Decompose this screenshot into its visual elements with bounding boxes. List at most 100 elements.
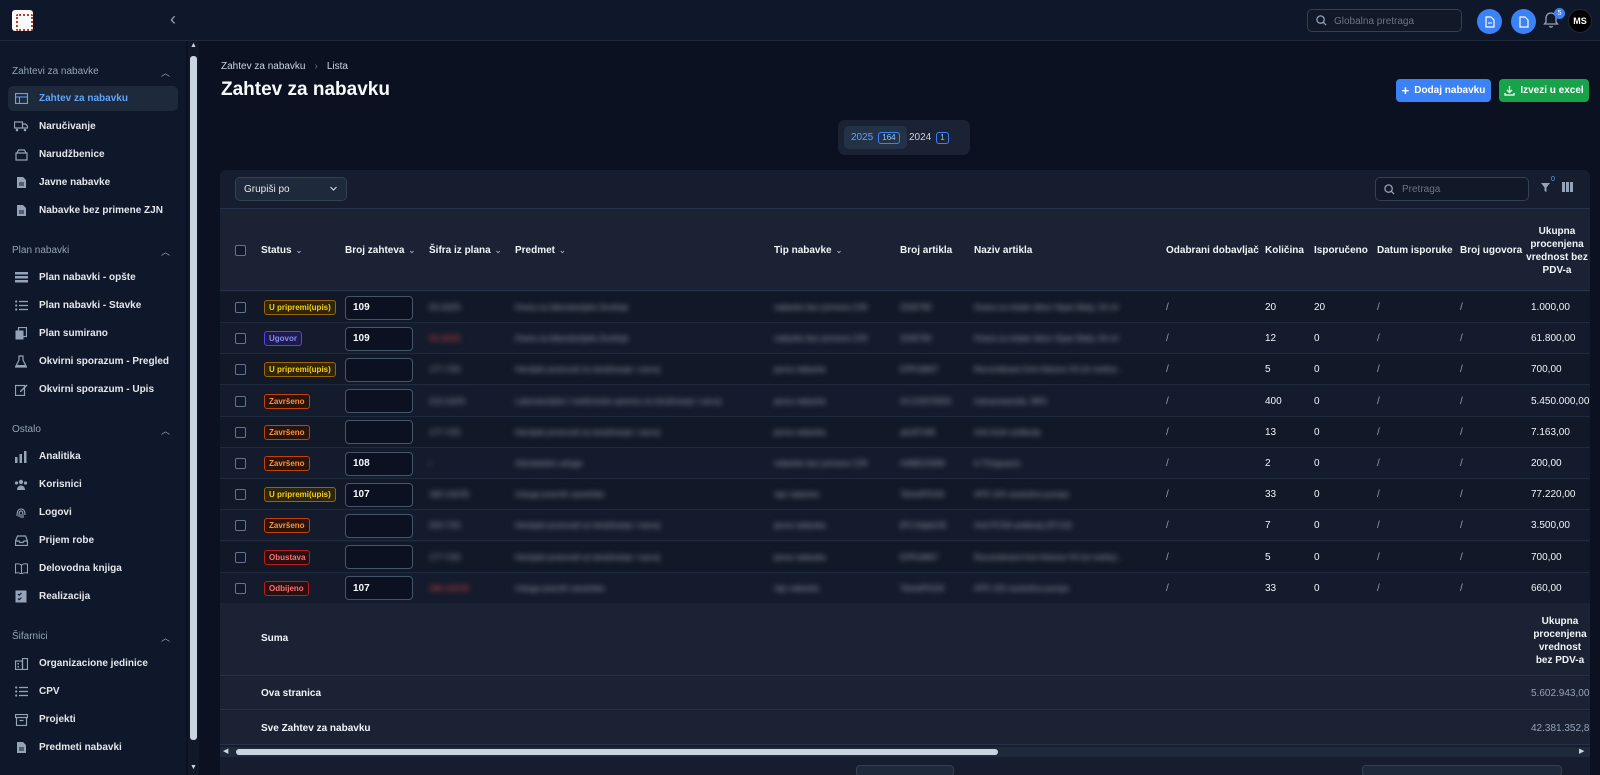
request-no-input[interactable] xyxy=(345,357,413,382)
request-no-input[interactable] xyxy=(345,545,413,570)
select-all-checkbox[interactable] xyxy=(235,245,246,256)
sidebar-item[interactable]: Organizacione jedinice xyxy=(8,651,178,676)
table-row[interactable]: U pripremi(upis) 177-7/25 Hemijski proiz… xyxy=(220,354,1590,386)
table-row[interactable]: U pripremi(upis) 180-142/25 Usluge pravn… xyxy=(220,479,1590,511)
row-checkbox[interactable] xyxy=(235,302,246,313)
request-no-input[interactable] xyxy=(345,576,413,601)
table-row[interactable]: Završeno 213-10/25 Laboratorijska i medi… xyxy=(220,385,1590,417)
sidebar-item[interactable]: Okvirni sporazum - Upis xyxy=(8,377,178,402)
page-size-select[interactable] xyxy=(856,765,954,775)
horizontal-scroll-thumb[interactable] xyxy=(236,749,998,755)
table-row[interactable]: Završeno / Advokatske usluge nabavke bez… xyxy=(220,448,1590,479)
request-no-input[interactable] xyxy=(345,295,413,320)
sidebar-item[interactable]: Zahtev za nabavku xyxy=(8,86,178,111)
chevron-up-icon[interactable]: ︿ xyxy=(161,245,170,258)
table-row[interactable]: U pripremi(upis) 03-16/25 Hrana za labor… xyxy=(220,292,1590,323)
request-no-input[interactable] xyxy=(345,420,413,445)
sidebar-item[interactable]: Plan sumirano xyxy=(8,321,178,346)
table-horizontal-scrollbar[interactable]: ◀ ▶ xyxy=(220,747,1590,757)
sidebar-item[interactable]: Korisnici xyxy=(8,472,178,497)
column-total-value[interactable]: Ukupna procenjena vrednost bez PDV-a xyxy=(1526,209,1588,292)
table-row[interactable]: Obustava 177-7/25 Hemijski proizvodi za … xyxy=(220,541,1590,573)
scroll-up-icon[interactable]: ▲ xyxy=(189,42,198,49)
avatar[interactable]: MS xyxy=(1568,9,1592,33)
row-checkbox[interactable] xyxy=(235,582,246,594)
sidebar-item[interactable]: Nabavke bez primene ZJN xyxy=(8,198,178,223)
sort-chevron-icon[interactable]: ⌄ xyxy=(495,246,502,255)
sidebar-item[interactable]: Realizacija xyxy=(8,584,178,609)
chevron-up-icon[interactable]: ︿ xyxy=(161,424,170,437)
row-checkbox[interactable] xyxy=(235,395,246,407)
new-document-button[interactable] xyxy=(1477,9,1502,34)
sort-chevron-icon[interactable]: ⌄ xyxy=(408,246,415,255)
column-procurement-type[interactable]: Tip nabavke ⌄ xyxy=(774,209,842,292)
column-delivery-date[interactable]: Datum isporuke xyxy=(1377,209,1453,292)
global-search-input[interactable] xyxy=(1334,13,1454,29)
breadcrumb-parent[interactable]: Zahtev za nabavku xyxy=(221,61,306,72)
column-quantity[interactable]: Količina xyxy=(1265,209,1304,292)
sidebar-item[interactable]: Logovi xyxy=(8,500,178,525)
row-checkbox[interactable] xyxy=(235,364,246,376)
sidebar-item[interactable]: CPV xyxy=(8,679,178,704)
sidebar-item[interactable]: Naručivanje xyxy=(8,114,178,139)
table-search-input[interactable] xyxy=(1402,182,1522,197)
table-row[interactable]: Odbijeno 180-142/25 Usluge pravnih savet… xyxy=(220,572,1590,604)
column-plan-code[interactable]: Šifra iz plana ⌄ xyxy=(429,209,501,292)
scroll-right-icon[interactable]: ▶ xyxy=(1579,747,1584,757)
chevron-up-icon[interactable]: ︿ xyxy=(161,631,170,644)
sidebar-scroll-thumb[interactable] xyxy=(190,56,197,740)
row-checkbox[interactable] xyxy=(235,426,246,438)
sidebar-item[interactable]: Plan nabavki - Stavke xyxy=(8,293,178,318)
collapse-sidebar-icon[interactable]: ‹ xyxy=(170,9,176,29)
filter-icon[interactable] xyxy=(1540,182,1551,193)
pagination[interactable] xyxy=(1362,765,1562,775)
sidebar-section-title[interactable]: Ostalo ︿ xyxy=(12,424,170,437)
columns-icon[interactable] xyxy=(1562,182,1573,192)
add-procurement-button[interactable]: + Dodaj nabavku xyxy=(1396,79,1491,102)
sidebar-section-title[interactable]: Zahtevi za nabavke ︿ xyxy=(12,66,170,79)
row-checkbox[interactable] xyxy=(235,489,246,501)
sort-chevron-icon[interactable]: ⌄ xyxy=(296,246,303,255)
request-no-input[interactable] xyxy=(345,513,413,538)
column-delivered[interactable]: Isporučeno xyxy=(1314,209,1368,292)
sidebar-item[interactable]: Okvirni sporazum - Pregled xyxy=(8,349,178,374)
column-article-no[interactable]: Broj artikla xyxy=(900,209,952,292)
request-no-input[interactable] xyxy=(345,451,413,476)
sidebar-item[interactable]: Predmeti nabavki xyxy=(8,735,178,760)
chevron-up-icon[interactable]: ︿ xyxy=(161,66,170,79)
sidebar-item[interactable]: Analitika xyxy=(8,444,178,469)
app-logo[interactable] xyxy=(12,10,33,31)
tab-year-2025[interactable]: 2025 164 xyxy=(844,126,907,149)
row-checkbox[interactable] xyxy=(235,333,246,345)
scroll-left-icon[interactable]: ◀ xyxy=(223,747,228,757)
row-checkbox[interactable] xyxy=(235,520,246,532)
export-excel-button[interactable]: Izvezi u excel xyxy=(1499,79,1589,102)
column-supplier[interactable]: Odabrani dobavljač xyxy=(1166,209,1259,292)
sidebar-item[interactable]: Delovodna knjiga xyxy=(8,556,178,581)
column-request-no[interactable]: Broj zahteva ⌄ xyxy=(345,209,415,292)
sidebar-section-title[interactable]: Šifarnici ︿ xyxy=(12,631,170,644)
documents-button[interactable] xyxy=(1511,9,1536,34)
request-no-input[interactable] xyxy=(345,389,413,414)
sidebar-item[interactable]: Projekti xyxy=(8,707,178,732)
table-row[interactable]: Završeno 177-7/25 Hemijski proizvodi za … xyxy=(220,416,1590,448)
sort-chevron-icon[interactable]: ⌄ xyxy=(559,246,566,255)
tab-year-2024[interactable]: 2024 1 xyxy=(902,126,956,149)
global-search[interactable] xyxy=(1307,9,1462,32)
table-search[interactable] xyxy=(1375,177,1529,201)
request-no-input[interactable] xyxy=(345,482,413,507)
column-article-name[interactable]: Naziv artikla xyxy=(974,209,1032,292)
column-contract-no[interactable]: Broj ugovora xyxy=(1460,209,1522,292)
row-checkbox[interactable] xyxy=(235,458,246,469)
table-row[interactable]: Ugovor 03-16/25 Hrana za laboratorijske … xyxy=(220,323,1590,355)
sort-chevron-icon[interactable]: ⌄ xyxy=(836,246,843,255)
sidebar-item[interactable]: Plan nabavki - opšte xyxy=(8,265,178,290)
table-row[interactable]: Završeno 203-7/25 Hemijski proizvodi za … xyxy=(220,510,1590,542)
sidebar-item[interactable]: Prijem robe xyxy=(8,528,178,553)
group-by-select[interactable]: Grupiši po xyxy=(235,177,347,201)
scroll-down-icon[interactable]: ▼ xyxy=(189,764,198,771)
column-status[interactable]: Status ⌄ xyxy=(261,209,302,292)
column-subject[interactable]: Predmet ⌄ xyxy=(515,209,566,292)
row-checkbox[interactable] xyxy=(235,551,246,563)
sidebar-item[interactable]: Narudžbenice xyxy=(8,142,178,167)
